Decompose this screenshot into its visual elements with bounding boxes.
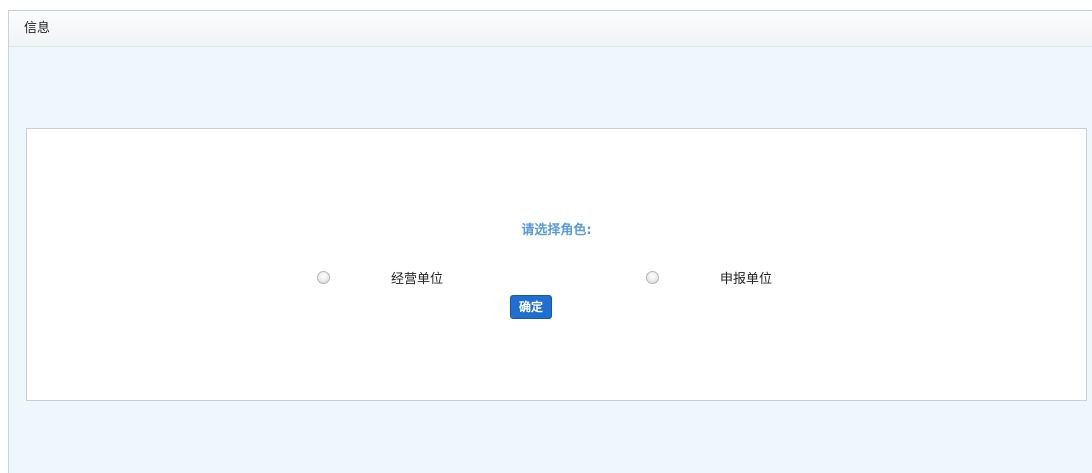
confirm-button[interactable]: 确定 (510, 295, 552, 319)
radio-label-operating-unit[interactable]: 经营单位 (391, 272, 443, 288)
window-title: 信息 (24, 21, 51, 36)
radio-operating-unit[interactable] (317, 271, 330, 284)
info-window: 信息 请选择角色: 经营单位 申报单位 确定 (8, 10, 1092, 473)
role-prompt: 请选择角色: (521, 223, 592, 238)
radio-label-reporting-unit[interactable]: 申报单位 (720, 272, 772, 288)
role-selection-panel: 请选择角色: 经营单位 申报单位 确定 (26, 128, 1087, 401)
radio-reporting-unit[interactable] (646, 271, 659, 284)
window-title-bar: 信息 (9, 11, 1092, 47)
